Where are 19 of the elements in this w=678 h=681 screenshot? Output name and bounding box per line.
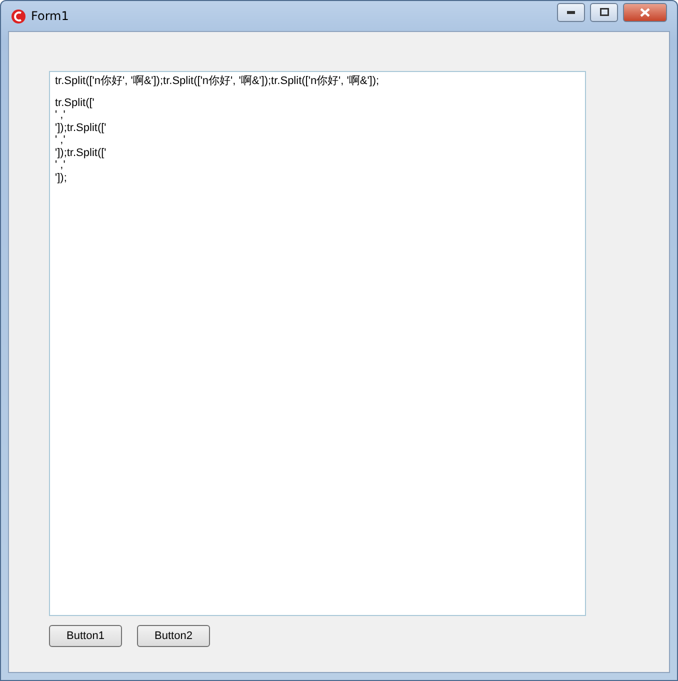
text-line: ']);tr.Split(['	[55, 122, 108, 134]
maximize-button[interactable]	[590, 2, 618, 22]
text-line: tr.Split(['n你好', '啊&']);tr.Split(['n你好', '啊&']);tr.Split(['n你好', '啊&']);	[55, 75, 380, 88]
text-line: ' ,'	[55, 109, 66, 122]
text-line: tr.Split(['	[55, 96, 96, 109]
text-line: ']);	[55, 172, 68, 184]
text-line: ' ,'	[55, 159, 66, 172]
window-title: Form1	[31, 9, 70, 23]
close-button[interactable]	[623, 2, 667, 22]
text-line: ']);tr.Split(['	[55, 146, 108, 159]
minimize-button[interactable]	[557, 2, 585, 22]
app-icon	[11, 8, 26, 24]
form-button[interactable]: Button1	[49, 625, 122, 647]
close-icon	[640, 8, 650, 16]
minimize-icon	[567, 10, 575, 14]
text-area[interactable]: tr.Split(['n你好', '啊&']);tr.Split(['n你好', '啊&']);tr.Split(['n你好', '啊&']); tr.Split([' ' ,' ']);tr.Split([' ' ,' ']);tr.Split([' ' ,' ']);	[49, 71, 586, 616]
form-button[interactable]: Button2	[137, 625, 210, 647]
text-line: ' ,'	[55, 134, 66, 146]
maximize-icon	[600, 8, 608, 16]
